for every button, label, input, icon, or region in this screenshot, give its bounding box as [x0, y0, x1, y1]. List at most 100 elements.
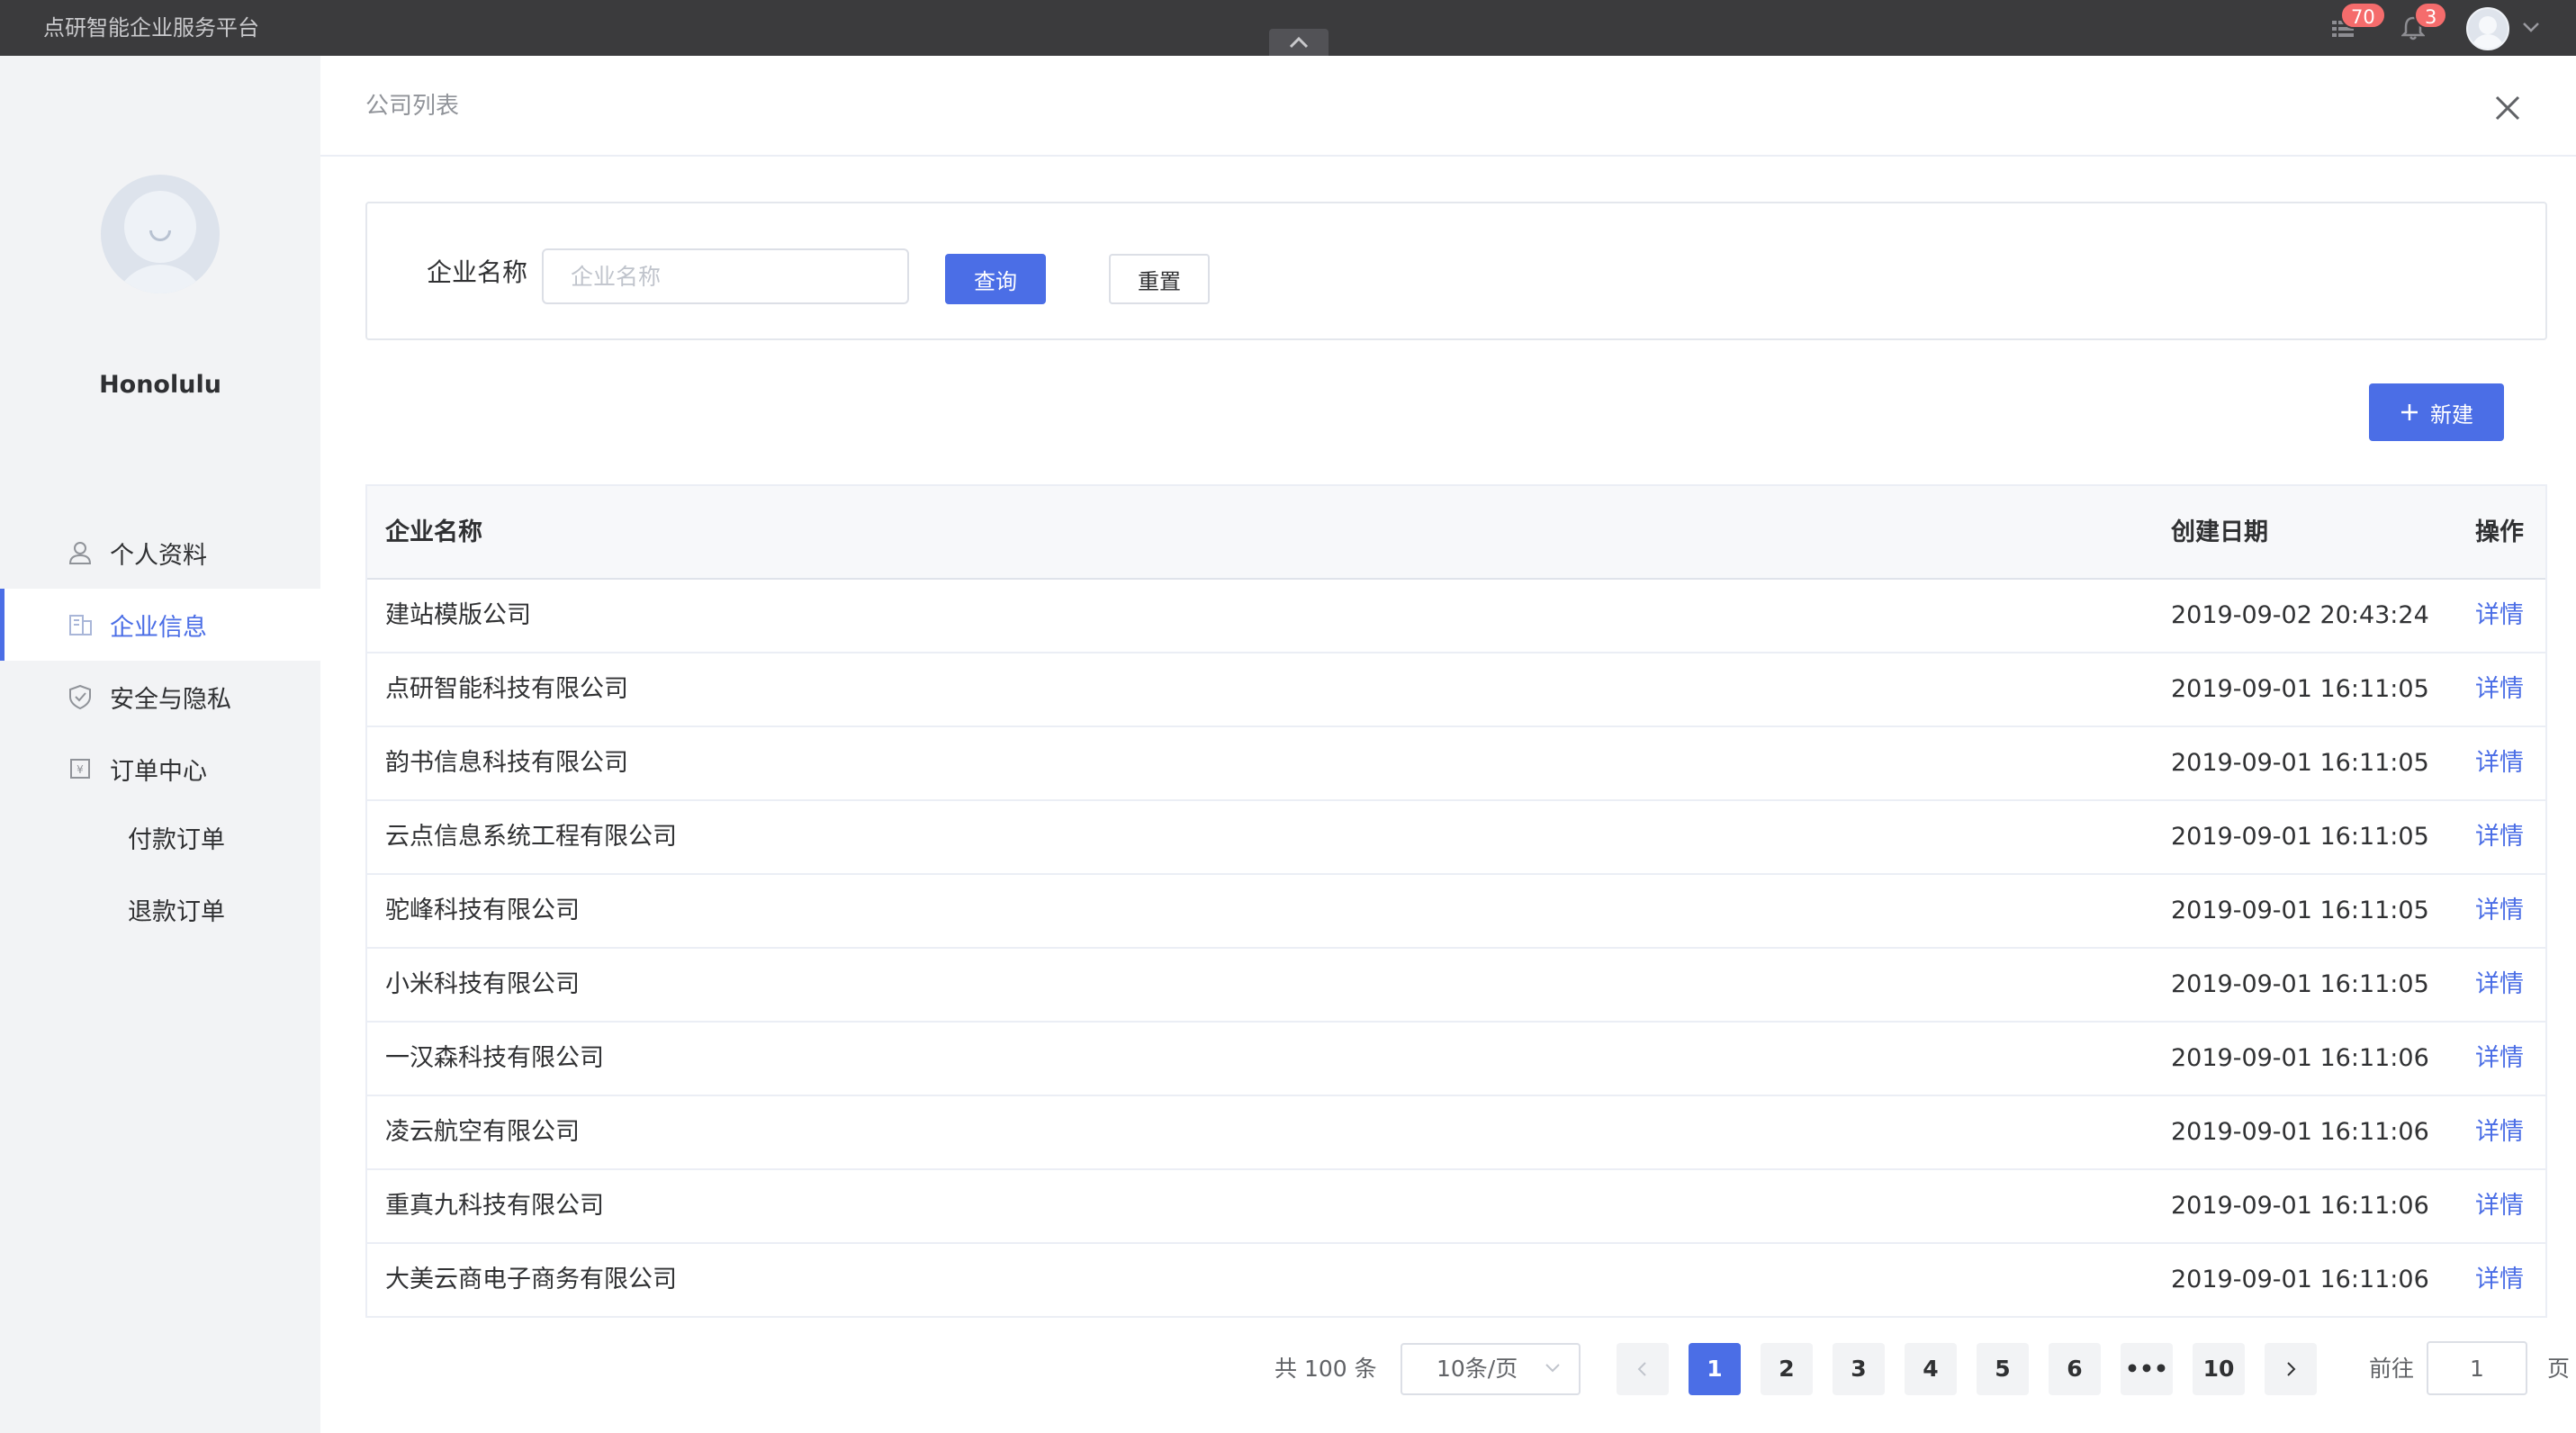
goto-label: 前往: [2369, 1356, 2415, 1382]
page-button-5[interactable]: 5: [1977, 1343, 2029, 1395]
profile-avatar: [101, 175, 220, 293]
page-button-2[interactable]: 2: [1761, 1343, 1813, 1395]
created-date-cell: 2019-09-01 16:11:06: [2171, 1192, 2429, 1220]
details-link[interactable]: 详情: [2475, 727, 2524, 799]
next-page-button[interactable]: [2265, 1343, 2317, 1395]
table-row: 大美云商电子商务有限公司 2019-09-01 16:11:06 详情: [367, 1244, 2545, 1318]
table-row: 重真九科技有限公司 2019-09-01 16:11:06 详情: [367, 1170, 2545, 1244]
company-name-cell: 重真九科技有限公司: [385, 1192, 604, 1220]
created-date-cell: 2019-09-01 16:11:06: [2171, 1044, 2429, 1072]
table-row: 一汉森科技有限公司 2019-09-01 16:11:06 详情: [367, 1023, 2545, 1096]
company-name-cell: 驼峰科技有限公司: [385, 897, 580, 924]
page-size-select[interactable]: 10条/页: [1401, 1343, 1581, 1395]
page-size-value: 10条/页: [1437, 1356, 1518, 1382]
created-date-cell: 2019-09-01 16:11:05: [2171, 897, 2429, 924]
bell-badge: 3: [2414, 2, 2448, 29]
details-link[interactable]: 详情: [2475, 1096, 2524, 1168]
sidebar-item-orders[interactable]: ¥ 订单中心: [0, 733, 320, 805]
new-button[interactable]: 新建: [2369, 383, 2504, 441]
created-date-cell: 2019-09-01 16:11:05: [2171, 749, 2429, 777]
search-label: 企业名称: [427, 257, 528, 287]
user-avatar[interactable]: [2466, 7, 2509, 50]
company-name-cell: 点研智能科技有限公司: [385, 675, 628, 703]
chevron-up-icon: [1289, 36, 1309, 49]
apps-badge: 70: [2340, 2, 2386, 29]
page-header: 公司列表: [320, 56, 2576, 157]
table-row: 驼峰科技有限公司 2019-09-01 16:11:05 详情: [367, 875, 2545, 949]
details-link[interactable]: 详情: [2475, 653, 2524, 726]
notifications-button[interactable]: 3: [2398, 2, 2448, 43]
chevron-down-icon: [1545, 1364, 1560, 1373]
company-name-cell: 大美云商电子商务有限公司: [385, 1266, 677, 1293]
company-name-cell: 云点信息系统工程有限公司: [385, 823, 677, 851]
created-date-cell: 2019-09-01 16:11:05: [2171, 970, 2429, 998]
shield-icon: [65, 681, 95, 712]
chevron-right-icon: [2287, 1362, 2296, 1376]
page-ellipsis-button[interactable]: •••: [2121, 1343, 2173, 1395]
details-link[interactable]: 详情: [2475, 949, 2524, 1021]
page-button-4[interactable]: 4: [1905, 1343, 1957, 1395]
details-link[interactable]: 详情: [2475, 1023, 2524, 1095]
created-date-cell: 2019-09-01 16:11:05: [2171, 675, 2429, 703]
company-table: 企业名称 创建日期 操作 建站模版公司 2019-09-02 20:43:24 …: [365, 484, 2547, 1318]
apps-button[interactable]: 70: [2328, 2, 2386, 43]
chevron-left-icon: [1637, 1362, 1646, 1376]
details-link[interactable]: 详情: [2475, 801, 2524, 873]
created-date-cell: 2019-09-01 16:11:05: [2171, 823, 2429, 851]
main-content: 公司列表 企业名称 查询 重置 新建 企业名称 创建日期 操作 建站模版公司 2…: [320, 56, 2576, 1433]
building-icon: [65, 609, 95, 640]
close-button[interactable]: [2490, 90, 2526, 126]
query-button[interactable]: 查询: [945, 254, 1046, 304]
new-button-label: 新建: [2430, 401, 2473, 428]
search-form: 企业名称 查询 重置: [365, 202, 2547, 340]
company-name-cell: 小米科技有限公司: [385, 970, 580, 998]
table-header: 企业名称 创建日期 操作: [367, 486, 2545, 580]
page-title: 公司列表: [365, 93, 460, 120]
goto-page-input[interactable]: [2427, 1341, 2527, 1395]
company-name-cell: 凌云航空有限公司: [385, 1118, 580, 1146]
details-link[interactable]: 详情: [2475, 1244, 2524, 1316]
table-row: 韵书信息科技有限公司 2019-09-01 16:11:05 详情: [367, 727, 2545, 801]
details-link[interactable]: 详情: [2475, 1170, 2524, 1242]
sidebar-item-label: 订单中心: [110, 757, 207, 786]
sidebar-item-label: 企业信息: [110, 613, 207, 642]
details-link[interactable]: 详情: [2475, 580, 2524, 652]
company-name-input[interactable]: [542, 248, 909, 304]
details-link[interactable]: 详情: [2475, 875, 2524, 947]
order-icon: ¥: [65, 753, 95, 784]
user-icon: [65, 537, 95, 568]
sidebar-subitem-refund-orders[interactable]: 退款订单: [0, 877, 320, 949]
pagination-total: 共 100 条: [1274, 1356, 1377, 1382]
company-name-cell: 一汉森科技有限公司: [385, 1044, 604, 1072]
page-button-3[interactable]: 3: [1833, 1343, 1885, 1395]
collapse-toggle[interactable]: [1269, 29, 1329, 56]
username: Honolulu: [99, 371, 221, 399]
sidebar: Honolulu 个人资料 企业信息 安全与隐私 ¥ 订单中心 付款订单 退款订…: [0, 56, 320, 1433]
sidebar-subitem-payment-orders[interactable]: 付款订单: [0, 805, 320, 877]
svg-text:¥: ¥: [77, 763, 84, 776]
reset-button[interactable]: 重置: [1109, 254, 1210, 304]
goto-suffix: 页: [2547, 1356, 2571, 1382]
sidebar-item-label: 个人资料: [110, 541, 207, 570]
company-name-cell: 建站模版公司: [385, 601, 531, 629]
sidebar-item-profile[interactable]: 个人资料: [0, 517, 320, 589]
table-row: 云点信息系统工程有限公司 2019-09-01 16:11:05 详情: [367, 801, 2545, 875]
sidebar-item-company[interactable]: 企业信息: [0, 589, 320, 661]
created-date-cell: 2019-09-02 20:43:24: [2171, 601, 2429, 629]
column-header-action: 操作: [2475, 518, 2524, 546]
table-row: 点研智能科技有限公司 2019-09-01 16:11:05 详情: [367, 653, 2545, 727]
sidebar-item-security[interactable]: 安全与隐私: [0, 661, 320, 733]
plus-icon: [2401, 404, 2418, 420]
column-header-name: 企业名称: [385, 518, 482, 546]
page-button-6[interactable]: 6: [2049, 1343, 2101, 1395]
close-icon: [2495, 95, 2520, 121]
table-row: 凌云航空有限公司 2019-09-01 16:11:06 详情: [367, 1096, 2545, 1170]
page-button-10[interactable]: 10: [2193, 1343, 2245, 1395]
table-row: 建站模版公司 2019-09-02 20:43:24 详情: [367, 580, 2545, 653]
created-date-cell: 2019-09-01 16:11:06: [2171, 1266, 2429, 1293]
column-header-date: 创建日期: [2171, 518, 2268, 546]
prev-page-button[interactable]: [1617, 1343, 1669, 1395]
page-button-1[interactable]: 1: [1689, 1343, 1741, 1395]
chevron-down-icon[interactable]: [2520, 16, 2542, 38]
created-date-cell: 2019-09-01 16:11:06: [2171, 1118, 2429, 1146]
